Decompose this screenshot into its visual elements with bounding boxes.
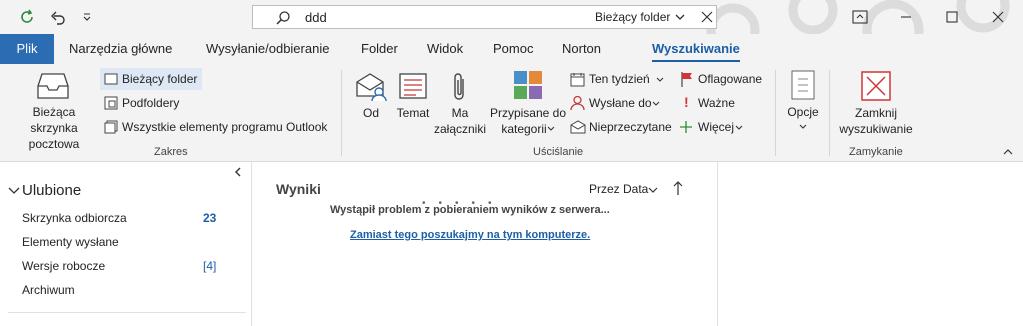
categorize-icon — [514, 71, 542, 99]
options-button[interactable]: Opcje — [784, 104, 822, 120]
error-message: Wystąpił problem z pobieraniem wyników z… — [330, 204, 610, 216]
categorized-button[interactable]: Przypisane do — [488, 105, 568, 121]
folder-sent-items[interactable]: Elementy wysłane — [22, 235, 119, 249]
sync-icon[interactable] — [16, 6, 38, 28]
group-separator — [829, 70, 830, 156]
folder-drafts[interactable]: Wersje robocze — [22, 259, 105, 273]
tab-file[interactable]: Plik — [0, 34, 54, 64]
close-icon[interactable] — [700, 10, 714, 24]
divider — [8, 312, 246, 313]
categorized-label-2[interactable]: kategorii — [494, 121, 554, 137]
ribbon-tabs: Plik Narzędzia główne Wysyłanie/odbieran… — [0, 34, 1023, 64]
results-title: Wyniki — [276, 181, 321, 197]
group-separator — [341, 70, 342, 156]
close-search-icon — [861, 71, 891, 101]
flag-icon — [681, 72, 692, 87]
from-icon — [356, 73, 387, 102]
collapse-ribbon-icon[interactable] — [1003, 148, 1013, 156]
folder-archive[interactable]: Archiwum — [22, 283, 75, 297]
title-bar: ddd Bieżący folder — [0, 0, 1023, 34]
close-window-button[interactable] — [975, 0, 1021, 34]
search-input[interactable]: ddd — [305, 10, 327, 25]
group-separator — [775, 70, 776, 156]
important-icon: ! — [684, 94, 689, 110]
has-attachments-label-1[interactable]: Ma — [445, 105, 475, 121]
flagged-button[interactable]: Oflagowane — [698, 72, 762, 86]
group-label-close: Zamykanie — [849, 146, 903, 158]
chevron-down-icon[interactable] — [648, 186, 658, 194]
drafts-count: [4] — [203, 259, 217, 273]
customize-toolbar-icon[interactable] — [76, 6, 98, 28]
mailbox-icon — [37, 73, 69, 99]
subject-button[interactable]: Temat — [395, 105, 431, 121]
subfolders-button[interactable]: Podfoldery — [122, 96, 179, 110]
options-icon — [791, 70, 815, 100]
has-attachments-label-2[interactable]: załączniki — [432, 121, 488, 137]
tab-folder[interactable]: Folder — [361, 34, 398, 64]
sort-by-dropdown[interactable]: Przez Data — [589, 182, 648, 196]
important-button[interactable]: Ważne — [698, 96, 735, 110]
unread-icon — [570, 120, 586, 134]
chevron-down-icon[interactable] — [652, 100, 660, 108]
maximize-button[interactable] — [929, 0, 975, 34]
folder-pane: Ulubione Skrzynka odbiorcza 23 Elementy … — [0, 162, 252, 326]
all-items-icon — [104, 120, 118, 134]
tab-search[interactable]: Wyszukiwanie — [652, 34, 740, 64]
search-box[interactable]: ddd Bieżący folder — [252, 5, 717, 29]
group-label-scope: Zakres — [154, 146, 188, 158]
all-outlook-items-button[interactable]: Wszystkie elementy programu Outlook — [122, 120, 327, 134]
close-search-button[interactable]: Zamknij — [842, 105, 910, 121]
subject-icon — [399, 73, 427, 99]
unread-button[interactable]: Nieprzeczytane — [589, 120, 672, 134]
tab-norton[interactable]: Norton — [562, 34, 601, 64]
unread-count: 23 — [203, 211, 217, 225]
tab-view[interactable]: Widok — [427, 34, 463, 64]
collapse-pane-icon[interactable] — [233, 166, 243, 178]
attachment-icon — [454, 73, 464, 100]
search-local-link[interactable]: Zamiast tego poszukajmy na tym komputerz… — [350, 229, 590, 241]
tab-send-receive[interactable]: Wysyłanie/odbieranie — [206, 34, 329, 64]
minimize-button[interactable] — [883, 0, 929, 34]
group-label-refine: Uściślanie — [533, 146, 584, 158]
search-scope-dropdown[interactable]: Bieżący folder — [595, 10, 670, 24]
plus-icon — [680, 121, 692, 133]
tab-help[interactable]: Pomoc — [493, 34, 533, 64]
search-icon — [276, 11, 290, 25]
folder-icon — [104, 73, 118, 85]
sort-direction-icon[interactable] — [672, 180, 684, 196]
chevron-down-icon[interactable] — [8, 186, 20, 196]
ribbon-display-options-button[interactable] — [837, 0, 883, 34]
chevron-down-icon[interactable] — [675, 12, 685, 22]
more-button[interactable]: Więcej — [698, 120, 734, 134]
this-week-button[interactable]: Ten tydzień — [589, 72, 650, 86]
chevron-down-icon[interactable] — [656, 76, 664, 84]
results-pane: Wyniki ••••• Przez Data Wystąpił problem… — [252, 162, 718, 326]
calendar-icon — [570, 73, 585, 87]
current-folder-button[interactable]: Bieżący folder — [122, 72, 197, 86]
favorites-header[interactable]: Ulubione — [22, 182, 81, 199]
chevron-down-icon[interactable] — [735, 124, 743, 132]
chevron-down-icon[interactable] — [547, 125, 555, 133]
tab-home[interactable]: Narzędzia główne — [69, 34, 172, 64]
from-button[interactable]: Od — [358, 105, 384, 121]
sent-to-icon — [570, 95, 585, 111]
current-mailbox-button[interactable]: Bieżąca skrzynka pocztowa — [8, 104, 100, 152]
folder-inbox[interactable]: Skrzynka odbiorcza — [22, 211, 127, 225]
sent-to-button[interactable]: Wysłane do — [589, 96, 652, 110]
chevron-down-icon[interactable] — [799, 123, 807, 131]
ribbon: Bieżąca skrzynka pocztowa Bieżący folder… — [0, 64, 1023, 162]
undo-icon[interactable] — [47, 6, 69, 28]
subfolders-icon — [104, 96, 118, 110]
close-search-label-2[interactable]: wyszukiwanie — [836, 121, 916, 137]
